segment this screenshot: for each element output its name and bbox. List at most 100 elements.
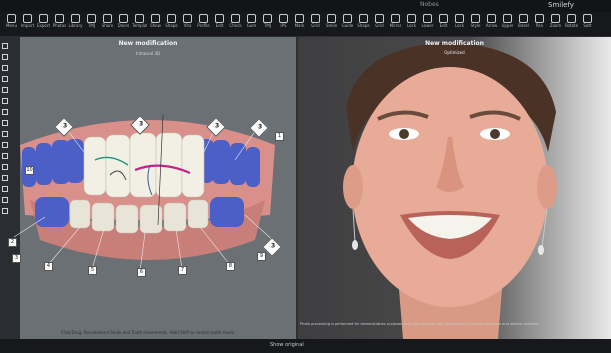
photos-icon	[55, 14, 64, 23]
toolbar-button-label: Mark	[294, 23, 305, 28]
grid2-icon	[375, 14, 384, 23]
mirror-icon	[391, 14, 400, 23]
toolbar-button[interactable]: Sett	[580, 14, 595, 34]
toolbar-button[interactable]: Show	[148, 14, 163, 34]
toolbar-button[interactable]: Library	[68, 14, 83, 34]
toolbar-button-label: TMJ	[87, 23, 96, 28]
left-panel-subtitle: Intraoral 3D	[136, 51, 160, 56]
toolbar-button[interactable]: Shape	[164, 14, 179, 34]
toolbar-button[interactable]: Rotate	[564, 14, 579, 34]
toolbar-button-label: Export	[36, 23, 51, 28]
patient-photo-viewport[interactable]	[298, 37, 611, 339]
toolbar-button[interactable]: Edit	[212, 14, 227, 34]
shape2-icon	[359, 14, 368, 23]
ips-icon	[279, 14, 288, 23]
toolbar-button[interactable]: Share	[100, 14, 115, 34]
toolbar-button-label: Gum	[246, 23, 257, 28]
sidebar-tool[interactable]: Layers	[2, 43, 18, 50]
left-ear	[343, 165, 363, 209]
toolbar-button[interactable]: Doors	[116, 14, 131, 34]
toolbar-button[interactable]: Arrow	[484, 14, 499, 34]
tooth-tag[interactable]: 7	[178, 266, 187, 275]
toolbar-button[interactable]: Vita	[180, 14, 195, 34]
tooth-tag[interactable]: 10	[25, 166, 34, 175]
toolbar-button[interactable]: Guide	[340, 14, 355, 34]
sidebar-tool[interactable]: Bone	[2, 76, 18, 83]
toolbar-button[interactable]: Bezel	[516, 14, 531, 34]
toolbar-button[interactable]: Upper	[500, 14, 515, 34]
workbench-label: Nobes	[420, 1, 439, 8]
toolbar-button[interactable]: Gum	[244, 14, 259, 34]
style-icon	[471, 14, 480, 23]
toolbar-button[interactable]: Zoom	[548, 14, 563, 34]
main-toolbar: Menu Import Export Photos Library TMJ Share Doo…	[0, 12, 611, 37]
guide-icon	[343, 14, 352, 23]
toolbar-button-label: Smile	[325, 23, 338, 28]
toolbar-button-label: Pan	[535, 23, 544, 28]
sidebar-tool[interactable]: Grid	[2, 65, 18, 72]
show-original-toggle[interactable]: Show original	[270, 342, 304, 348]
toolbar-button[interactable]: Pan	[532, 14, 547, 34]
tooth-tag[interactable]: 3	[12, 254, 21, 263]
toolbar-button[interactable]: Grid	[308, 14, 323, 34]
toolbar-button[interactable]: Template	[132, 14, 147, 34]
toolbar-button[interactable]: Smile	[324, 14, 339, 34]
bottom-bar: Show original	[0, 339, 611, 353]
toolbar-button[interactable]: Export	[36, 14, 51, 34]
toolbar-button[interactable]: Grid	[372, 14, 387, 34]
toolbar-button-label: Doors	[117, 23, 130, 28]
toolbar-button-label: Arrow	[485, 23, 498, 28]
sidebar-tool-icon	[2, 76, 8, 82]
toolbar-button[interactable]: Edit	[436, 14, 451, 34]
tooth-tag[interactable]: 6	[137, 268, 146, 277]
toolbar-button[interactable]: Menu	[4, 14, 19, 34]
toolbar-button-label: Grid	[375, 23, 384, 28]
toolbar-button-label: Mirror	[389, 23, 402, 28]
tooth-tag[interactable]: 9	[257, 252, 266, 261]
gum-icon	[247, 14, 256, 23]
toolbar-button-label: Check	[229, 23, 242, 28]
toolbar-button[interactable]: Lock	[452, 14, 467, 34]
sidebar-tool[interactable]: Guide	[2, 54, 18, 61]
right-ear	[537, 165, 557, 209]
lock2-icon	[455, 14, 464, 23]
tooth-tag[interactable]: 8	[226, 262, 235, 271]
sidebar-tool[interactable]: Gum	[2, 98, 18, 105]
tooth-tag[interactable]: 5	[88, 266, 97, 275]
left-earring	[352, 240, 358, 250]
tooth-tag[interactable]: 4	[44, 262, 53, 271]
toolbar-button[interactable]: Lock	[404, 14, 419, 34]
toolbar-button[interactable]: Mirror	[388, 14, 403, 34]
callout-value: 3	[270, 242, 276, 250]
toolbar-button[interactable]: Shape	[356, 14, 371, 34]
toolbar-button[interactable]: Mark	[292, 14, 307, 34]
tooth-tag[interactable]: 1	[275, 132, 284, 141]
front-teeth	[83, 132, 205, 198]
callout-value: 3	[62, 122, 68, 130]
toolbar-button-label: Menu	[6, 23, 17, 28]
template-icon	[135, 14, 144, 23]
right-panel-disclaimer: Photo processing is performed for demons…	[300, 322, 541, 326]
toolbar-button[interactable]: Profile	[196, 14, 211, 34]
toolbar-button[interactable]: Style	[468, 14, 483, 34]
check-icon	[231, 14, 240, 23]
show-icon	[151, 14, 160, 23]
toolbar-button[interactable]: TMJ	[260, 14, 275, 34]
import-icon	[23, 14, 32, 23]
toolbar-button-label: Sett	[583, 23, 592, 28]
menu-icon	[7, 14, 16, 23]
toolbar-button-label: Rotate	[564, 23, 579, 28]
toolbar-button[interactable]: Import	[20, 14, 35, 34]
toolbar-button-label: Guide	[341, 23, 354, 28]
toolbar-button-label: Show	[150, 23, 161, 28]
toolbar-button[interactable]: TMJ	[84, 14, 99, 34]
toolbar-button[interactable]: Photos	[52, 14, 67, 34]
toolbar-button[interactable]: IPS	[276, 14, 291, 34]
tooth-tag[interactable]: 2	[8, 238, 17, 247]
app-title: Smilefy	[548, 1, 574, 9]
toolbar-button[interactable]: Check	[228, 14, 243, 34]
sidebar-tool[interactable]: Root	[2, 87, 18, 94]
right-panel-title: New modification	[425, 40, 484, 47]
toolbar-button[interactable]: Lower	[420, 14, 435, 34]
sidebar-tool-icon	[2, 43, 8, 49]
